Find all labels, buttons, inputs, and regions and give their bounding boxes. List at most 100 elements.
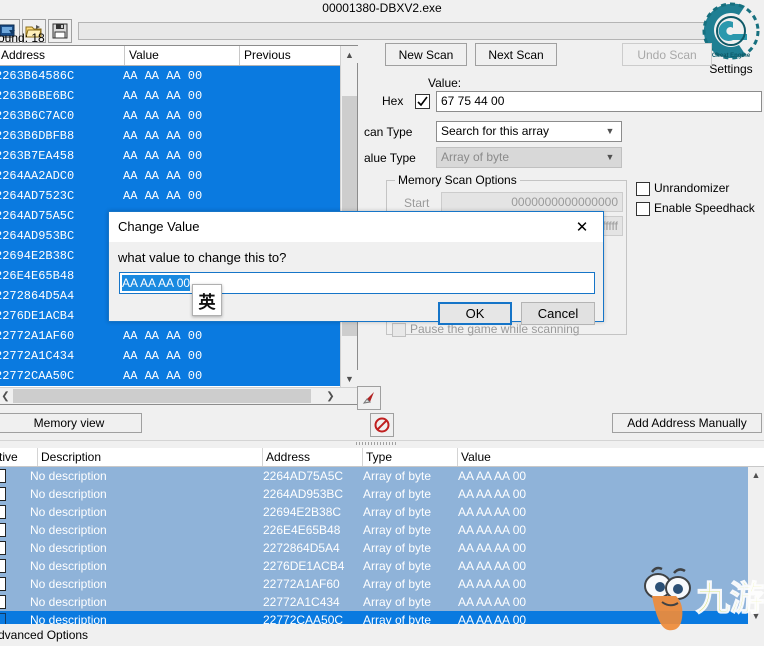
row-address: 22772A1C434 bbox=[263, 595, 340, 609]
speedhack-checkbox[interactable] bbox=[636, 202, 650, 216]
table-row[interactable]: No description 2264AD75A5C Array of byte AA… bbox=[0, 467, 748, 485]
results-row-address: 22772CAA50C bbox=[0, 369, 75, 383]
results-row[interactable]: 22772A1AF60 AA AA AA 00 bbox=[0, 326, 340, 346]
scroll-right-icon[interactable]: ❯ bbox=[322, 388, 339, 404]
table-row[interactable]: No description 226E4E65B48 Array of byte AA… bbox=[0, 521, 748, 539]
unrandomizer-label: Unrandomizer bbox=[654, 181, 730, 195]
row-type: Array of byte bbox=[363, 577, 432, 591]
row-address: 22772CAA50C bbox=[263, 613, 344, 624]
row-active-checkbox[interactable] bbox=[0, 487, 6, 501]
row-address: 226E4E65B48 bbox=[263, 523, 341, 537]
hex-label: Hex bbox=[382, 94, 404, 108]
row-type: Array of byte bbox=[363, 469, 432, 483]
results-row-address: 2263B6DBFB8 bbox=[0, 129, 75, 143]
ct-scroll-up-icon[interactable]: ▲ bbox=[748, 467, 764, 483]
results-row-address: 2263B7EA458 bbox=[0, 149, 75, 163]
scroll-left-icon[interactable]: ❮ bbox=[0, 388, 14, 404]
results-row-address: 2264AD7523C bbox=[0, 189, 75, 203]
new-scan-button[interactable]: New Scan bbox=[385, 43, 467, 66]
save-disk-icon[interactable] bbox=[48, 19, 72, 43]
found-count-label: ound: 18 bbox=[0, 31, 45, 45]
hex-checkbox[interactable] bbox=[415, 94, 430, 109]
advanced-options-label[interactable]: dvanced Options bbox=[0, 628, 88, 642]
scan-type-dropdown[interactable]: Search for this array ▼ bbox=[436, 121, 622, 142]
results-horizontal-scrollbar[interactable]: ❮ ❯ bbox=[0, 387, 357, 404]
row-active-checkbox[interactable] bbox=[0, 577, 6, 591]
row-value: AA AA AA 00 bbox=[458, 487, 527, 501]
results-row-value: AA AA AA 00 bbox=[123, 329, 203, 343]
close-icon[interactable]: ✕ bbox=[561, 212, 603, 241]
row-description: No description bbox=[30, 613, 107, 624]
row-active-checkbox[interactable] bbox=[0, 469, 6, 483]
start-label: Start bbox=[404, 196, 430, 210]
results-row-value: AA AA AA 00 bbox=[123, 109, 203, 123]
row-active-checkbox[interactable] bbox=[0, 505, 6, 519]
row-address: 2264AD75A5C bbox=[263, 469, 344, 483]
results-row[interactable]: 22772CAA50C AA AA AA 00 bbox=[0, 366, 340, 386]
ct-col-type[interactable]: Type bbox=[363, 448, 458, 466]
input-selected-text: AA AA AA 00 bbox=[122, 275, 191, 291]
results-row[interactable]: 2263B64586C AA AA AA 00 bbox=[0, 66, 340, 86]
row-value: AA AA AA 00 bbox=[458, 559, 527, 573]
row-active-checkbox[interactable] bbox=[0, 559, 6, 573]
results-row-value: AA AA AA 00 bbox=[123, 89, 203, 103]
results-col-address[interactable]: Address bbox=[0, 46, 125, 65]
pause-game-checkbox bbox=[392, 323, 406, 337]
table-row[interactable]: No description 2272864D5A4 Array of byte AA… bbox=[0, 539, 748, 557]
next-scan-button[interactable]: Next Scan bbox=[475, 43, 557, 66]
results-row[interactable]: 2263B6DBFB8 AA AA AA 00 bbox=[0, 126, 340, 146]
value-type-value: Array of byte bbox=[441, 150, 510, 164]
row-address: 2264AD953BC bbox=[263, 487, 344, 501]
add-address-manually-button[interactable]: Add Address Manually bbox=[612, 413, 762, 433]
results-row[interactable]: 2263B6C7AC0 AA AA AA 00 bbox=[0, 106, 340, 126]
hscrollbar-thumb[interactable] bbox=[13, 389, 311, 403]
results-row[interactable]: 2263B6BE6BC AA AA AA 00 bbox=[0, 86, 340, 106]
results-row-address: 2263B6BE6BC bbox=[0, 89, 75, 103]
results-col-value[interactable]: Value bbox=[125, 46, 240, 65]
row-address: 2276DE1ACB4 bbox=[263, 559, 345, 573]
unrandomizer-checkbox[interactable] bbox=[636, 182, 650, 196]
change-value-input[interactable]: AA AA AA 00 bbox=[119, 272, 595, 294]
splitter-grip[interactable] bbox=[356, 442, 396, 445]
results-row-value: AA AA AA 00 bbox=[123, 129, 203, 143]
ct-col-description[interactable]: Description bbox=[38, 448, 263, 466]
results-row-address: 22772A1C434 bbox=[0, 349, 75, 363]
row-active-checkbox[interactable] bbox=[0, 541, 6, 555]
red-arrow-icon[interactable] bbox=[357, 386, 381, 410]
row-description: No description bbox=[30, 523, 107, 537]
results-row[interactable]: 2263B7EA458 AA AA AA 00 bbox=[0, 146, 340, 166]
stop-sign-icon[interactable] bbox=[370, 413, 394, 437]
undo-scan-button: Undo Scan bbox=[622, 43, 712, 66]
ct-col-address[interactable]: Address bbox=[263, 448, 363, 466]
results-row[interactable]: 22772A1C434 AA AA AA 00 bbox=[0, 346, 340, 366]
row-active-checkbox[interactable] bbox=[0, 595, 6, 609]
table-row[interactable]: No description 22694E2B38C Array of byte AA… bbox=[0, 503, 748, 521]
results-col-previous[interactable]: Previous bbox=[240, 46, 340, 65]
speedhack-label: Enable Speedhack bbox=[654, 201, 755, 215]
cancel-button[interactable]: Cancel bbox=[521, 302, 595, 325]
ct-col-active[interactable]: ctive bbox=[0, 448, 38, 466]
ct-col-value[interactable]: Value bbox=[458, 448, 748, 466]
row-value: AA AA AA 00 bbox=[458, 613, 527, 624]
row-active-checkbox[interactable] bbox=[0, 613, 6, 624]
memory-view-button[interactable]: Memory view bbox=[0, 413, 142, 433]
row-type: Array of byte bbox=[363, 487, 432, 501]
results-row-address: 2264AA2ADC0 bbox=[0, 169, 75, 183]
row-value: AA AA AA 00 bbox=[458, 505, 527, 519]
row-description: No description bbox=[30, 577, 107, 591]
row-active-checkbox[interactable] bbox=[0, 523, 6, 537]
ime-language-indicator[interactable]: 英 bbox=[192, 284, 222, 316]
results-row-address: 22694E2B38C bbox=[0, 249, 75, 263]
results-row-value: AA AA AA 00 bbox=[123, 169, 203, 183]
scan-value-input[interactable]: 67 75 44 00 bbox=[436, 91, 762, 112]
row-type: Array of byte bbox=[363, 559, 432, 573]
scroll-down-icon[interactable]: ▼ bbox=[341, 370, 358, 387]
results-row[interactable]: 2264AA2ADC0 AA AA AA 00 bbox=[0, 166, 340, 186]
ok-button[interactable]: OK bbox=[438, 302, 512, 325]
row-value: AA AA AA 00 bbox=[458, 523, 527, 537]
table-row[interactable]: No description 2264AD953BC Array of byte AA… bbox=[0, 485, 748, 503]
results-row[interactable]: 2264AD7523C AA AA AA 00 bbox=[0, 186, 340, 206]
dialog-titlebar: Change Value ✕ bbox=[109, 212, 603, 242]
scroll-up-icon[interactable]: ▲ bbox=[341, 46, 358, 63]
row-address: 22694E2B38C bbox=[263, 505, 342, 519]
